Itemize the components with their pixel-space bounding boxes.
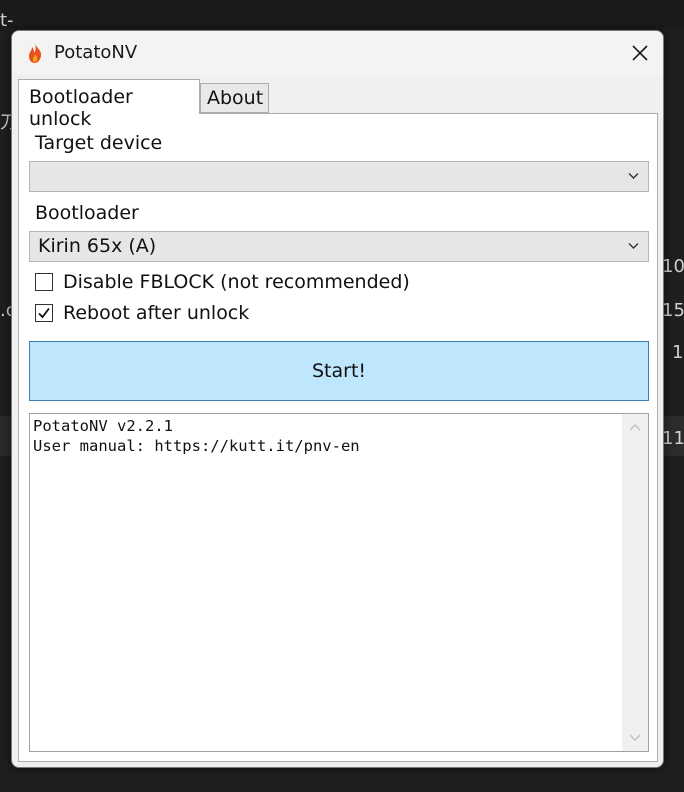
chevron-down-icon: [628, 243, 639, 249]
reboot-after-unlock-box[interactable]: [35, 304, 53, 322]
disable-fblock-box[interactable]: [35, 273, 53, 291]
log-text: PotatoNV v2.2.1 User manual: https://kutt…: [33, 416, 360, 456]
log-scrollbar[interactable]: [622, 414, 648, 751]
reboot-after-unlock-label: Reboot after unlock: [63, 302, 250, 324]
tab-bootloader-unlock[interactable]: Bootloader unlock: [18, 79, 200, 130]
potatonv-window: PotatoNV Bootloader unlock About Target …: [11, 30, 664, 768]
tab-about[interactable]: About: [200, 83, 269, 113]
target-device-dropdown[interactable]: [29, 161, 649, 192]
bootloader-unlock-panel: Target device Bootloader Kirin 65x (A) D…: [18, 113, 658, 762]
disable-fblock-label: Disable FBLOCK (not recommended): [63, 271, 410, 293]
bootloader-label: Bootloader: [35, 202, 139, 224]
flame-icon: [29, 43, 42, 63]
title-bar: PotatoNV: [12, 31, 663, 75]
chevron-down-icon: [628, 173, 639, 179]
log-output[interactable]: PotatoNV v2.2.1 User manual: https://kutt…: [29, 413, 649, 752]
target-device-label: Target device: [35, 132, 163, 154]
log-line: User manual: https://kutt.it/pnv-en: [33, 437, 360, 455]
scroll-up-icon[interactable]: [629, 423, 641, 431]
close-button[interactable]: [617, 31, 663, 75]
scroll-down-icon[interactable]: [629, 734, 641, 742]
bootloader-value: Kirin 65x (A): [38, 235, 157, 257]
checkmark-icon: [38, 307, 50, 319]
bootloader-dropdown[interactable]: Kirin 65x (A): [29, 231, 649, 262]
window-title: PotatoNV: [54, 42, 138, 63]
close-icon: [632, 45, 648, 61]
log-line: PotatoNV v2.2.1: [33, 417, 173, 435]
start-button[interactable]: Start!: [29, 341, 649, 401]
